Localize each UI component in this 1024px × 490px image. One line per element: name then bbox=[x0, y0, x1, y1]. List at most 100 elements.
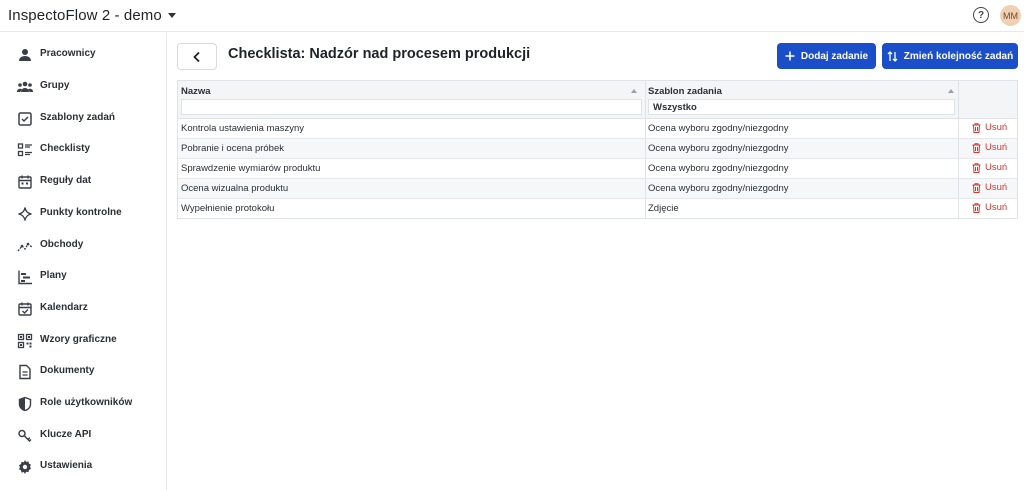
group-icon bbox=[17, 81, 33, 92]
table-row: Ocena wizualna produktu Ocena wyboru zgo… bbox=[178, 179, 1017, 199]
column-divider bbox=[958, 139, 959, 158]
sidebar-item-klucze-api[interactable]: Klucze API bbox=[0, 421, 166, 451]
delete-label: Usuń bbox=[985, 142, 1008, 153]
trash-icon bbox=[972, 142, 981, 153]
question-circle-icon[interactable]: ? bbox=[973, 7, 989, 23]
column-divider bbox=[958, 159, 959, 178]
key-icon bbox=[18, 429, 32, 443]
app-title: InspectoFlow 2 - demo bbox=[8, 7, 162, 24]
delete-button[interactable]: Usuń bbox=[972, 202, 1007, 213]
column-divider bbox=[645, 159, 646, 178]
task-name-cell: Wypełnienie protokołu bbox=[181, 203, 275, 214]
column-divider bbox=[645, 119, 646, 138]
task-template-cell: Ocena wyboru zgodny/niezgodny bbox=[648, 143, 789, 154]
sidebar-item-reguly-dat[interactable]: Reguły dat bbox=[0, 167, 166, 197]
table-row: Kontrola ustawienia maszyny Ocena wyboru… bbox=[178, 119, 1017, 139]
sidebar-item-kalendarz[interactable]: Kalendarz bbox=[0, 294, 166, 324]
sidebar-item-label: Kalendarz bbox=[40, 302, 88, 313]
column-divider bbox=[958, 179, 959, 198]
column-header-template[interactable]: Szablon zadania bbox=[648, 86, 722, 97]
route-icon bbox=[17, 242, 33, 252]
trash-icon bbox=[972, 122, 981, 133]
person-icon bbox=[19, 49, 31, 61]
sidebar-item-pracownicy[interactable]: Pracownicy bbox=[0, 40, 166, 70]
table-header: Nazwa Szablon zadania Wszystko bbox=[178, 81, 1017, 119]
change-order-label: Zmień kolejność zadań bbox=[903, 50, 1014, 62]
delete-button[interactable]: Usuń bbox=[972, 182, 1007, 193]
sidebar-item-label: Grupy bbox=[40, 80, 70, 91]
sidebar-item-label: Role użytkowników bbox=[40, 397, 133, 408]
checklist-icon bbox=[17, 143, 32, 157]
name-filter-input[interactable] bbox=[181, 99, 642, 115]
shield-icon bbox=[18, 396, 32, 412]
sidebar-item-label: Checklisty bbox=[40, 143, 91, 154]
sidebar-item-label: Reguły dat bbox=[40, 175, 92, 186]
task-template-cell: Ocena wyboru zgodny/niezgodny bbox=[648, 183, 789, 194]
sidebar-item-grupy[interactable]: Grupy bbox=[0, 72, 166, 102]
back-button[interactable] bbox=[177, 43, 217, 70]
delete-button[interactable]: Usuń bbox=[972, 122, 1007, 133]
table-row: Pobranie i ocena próbek Ocena wyboru zgo… bbox=[178, 139, 1017, 159]
table-row: Sprawdzenie wymiarów produktu Ocena wybo… bbox=[178, 159, 1017, 179]
column-divider bbox=[958, 119, 959, 138]
sidebar-item-label: Obchody bbox=[40, 239, 84, 250]
page-title: Checklista: Nadzór nad procesem produkcj… bbox=[228, 46, 531, 62]
change-order-button[interactable]: Zmień kolejność zadań bbox=[882, 43, 1018, 69]
sidebar-item-label: Dokumenty bbox=[40, 365, 95, 376]
sidebar-item-plany[interactable]: Plany bbox=[0, 262, 166, 292]
document-icon bbox=[19, 364, 31, 380]
delete-button[interactable]: Usuń bbox=[972, 162, 1007, 173]
column-divider bbox=[645, 139, 646, 158]
sidebar-item-szablony-zadan[interactable]: Szablony zadań bbox=[0, 104, 166, 134]
sidebar-item-checklisty[interactable]: Checklisty bbox=[0, 135, 166, 165]
checkbox-icon bbox=[18, 112, 32, 126]
delete-button[interactable]: Usuń bbox=[972, 142, 1007, 153]
sidebar-item-ustawienia[interactable]: Ustawienia bbox=[0, 452, 166, 482]
chevron-left-icon bbox=[193, 51, 200, 62]
qr-code-icon bbox=[17, 333, 33, 349]
sidebar: Pracownicy Grupy Szablony zadań Checklis… bbox=[0, 33, 167, 490]
add-task-label: Dodaj zadanie bbox=[800, 50, 869, 62]
add-task-button[interactable]: Dodaj zadanie bbox=[777, 43, 876, 69]
plan-icon bbox=[18, 270, 32, 285]
sidebar-item-dokumenty[interactable]: Dokumenty bbox=[0, 357, 166, 387]
column-divider bbox=[645, 179, 646, 198]
trash-icon bbox=[972, 162, 981, 173]
column-header-name[interactable]: Nazwa bbox=[181, 86, 211, 97]
caret-down-icon bbox=[167, 13, 176, 18]
sidebar-item-label: Punkty kontrolne bbox=[40, 207, 122, 218]
table-row: Wypełnienie protokołu Zdjęcie Usuń bbox=[178, 199, 1017, 219]
column-divider bbox=[645, 199, 646, 218]
task-template-cell: Zdjęcie bbox=[648, 203, 679, 214]
app-switcher[interactable]: InspectoFlow 2 - demo bbox=[8, 7, 176, 24]
top-bar: InspectoFlow 2 - demo ? MM bbox=[0, 0, 1024, 32]
task-name-cell: Kontrola ustawienia maszyny bbox=[181, 123, 305, 134]
calendar-check-icon bbox=[18, 302, 32, 316]
trash-icon bbox=[972, 182, 981, 193]
sort-arrows-icon bbox=[887, 50, 898, 62]
delete-label: Usuń bbox=[985, 202, 1008, 213]
sidebar-item-role-uzytkownikow[interactable]: Role użytkowników bbox=[0, 389, 166, 419]
calendar-rules-icon bbox=[18, 175, 32, 189]
tasks-table: Nazwa Szablon zadania Wszystko Kontrola … bbox=[177, 80, 1018, 219]
column-divider bbox=[645, 81, 646, 119]
sidebar-item-obchody[interactable]: Obchody bbox=[0, 231, 166, 261]
task-template-cell: Ocena wyboru zgodny/niezgodny bbox=[648, 123, 789, 134]
delete-label: Usuń bbox=[985, 162, 1008, 173]
sort-asc-icon[interactable] bbox=[631, 89, 637, 93]
trash-icon bbox=[972, 202, 981, 213]
avatar[interactable]: MM bbox=[1000, 5, 1021, 26]
gear-icon bbox=[19, 460, 31, 474]
task-name-cell: Ocena wizualna produktu bbox=[181, 183, 289, 194]
sidebar-item-label: Wzory graficzne bbox=[40, 334, 117, 345]
sidebar-item-label: Pracownicy bbox=[40, 48, 96, 59]
sidebar-item-label: Klucze API bbox=[40, 429, 92, 440]
sort-asc-icon[interactable] bbox=[948, 89, 954, 93]
delete-label: Usuń bbox=[985, 122, 1008, 133]
sidebar-item-wzory-graficzne[interactable]: Wzory graficzne bbox=[0, 326, 166, 356]
template-filter-select[interactable]: Wszystko bbox=[648, 99, 955, 115]
delete-label: Usuń bbox=[985, 182, 1008, 193]
sidebar-item-label: Ustawienia bbox=[40, 460, 93, 471]
sidebar-item-punkty-kontrolne[interactable]: Punkty kontrolne bbox=[0, 199, 166, 229]
sidebar-item-label: Szablony zadań bbox=[40, 112, 116, 123]
